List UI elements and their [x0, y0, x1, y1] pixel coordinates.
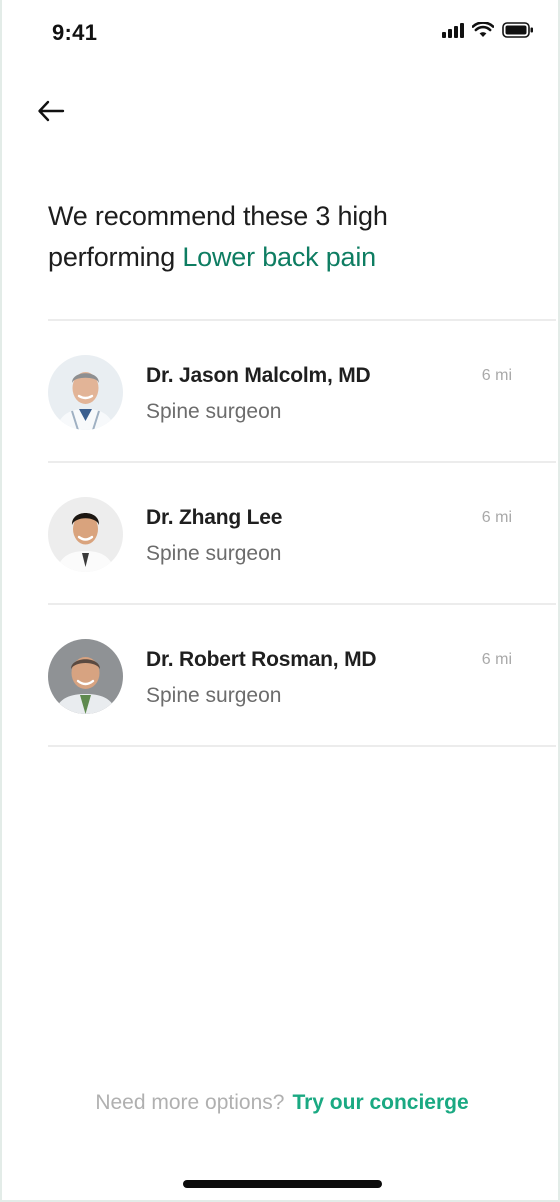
home-indicator[interactable] [183, 1180, 382, 1188]
condition-name: Lower back pain [182, 242, 376, 272]
phone-frame: 9:41 We recommend these 3 high performin… [0, 0, 560, 1202]
status-icons [442, 22, 534, 38]
footer-prompt-text: Need more options? [95, 1091, 285, 1114]
battery-icon [502, 22, 533, 38]
doctor-distance: 6 mi [481, 509, 512, 526]
cellular-signal-icon [442, 22, 464, 38]
page-title: We recommend these 3 high performing Low… [48, 196, 518, 278]
doctor-name: Dr. Robert Rosman, MD [146, 648, 377, 671]
doctor-distance: 6 mi [481, 651, 512, 668]
doctor-card-zhang-lee[interactable]: Dr. Zhang Lee Spine surgeon 6 mi [48, 463, 556, 603]
back-button[interactable] [34, 94, 68, 128]
doctor-avatar [48, 639, 123, 714]
divider [48, 745, 556, 747]
doctor-distance: 6 mi [481, 367, 512, 384]
doctor-card-robert-rosman[interactable]: Dr. Robert Rosman, MD Spine surgeon 6 mi [48, 605, 556, 745]
doctor-list: Dr. Jason Malcolm, MD Spine surgeon 6 mi… [48, 319, 556, 747]
concierge-link[interactable]: Try our concierge [292, 1091, 468, 1114]
doctor-avatar [48, 497, 123, 572]
doctor-specialty: Spine surgeon [146, 684, 282, 707]
arrow-left-icon [38, 100, 65, 122]
doctor-specialty: Spine surgeon [146, 542, 282, 565]
wifi-icon [472, 22, 494, 37]
doctor-specialty: Spine surgeon [146, 400, 282, 423]
doctor-card-jason-malcolm[interactable]: Dr. Jason Malcolm, MD Spine surgeon 6 mi [48, 321, 556, 461]
doctor-name: Dr. Jason Malcolm, MD [146, 364, 371, 387]
footer-prompt: Need more options? Try our concierge [2, 1091, 560, 1115]
doctor-name: Dr. Zhang Lee [146, 506, 283, 529]
doctor-avatar [48, 355, 123, 430]
status-time: 9:41 [52, 20, 98, 45]
